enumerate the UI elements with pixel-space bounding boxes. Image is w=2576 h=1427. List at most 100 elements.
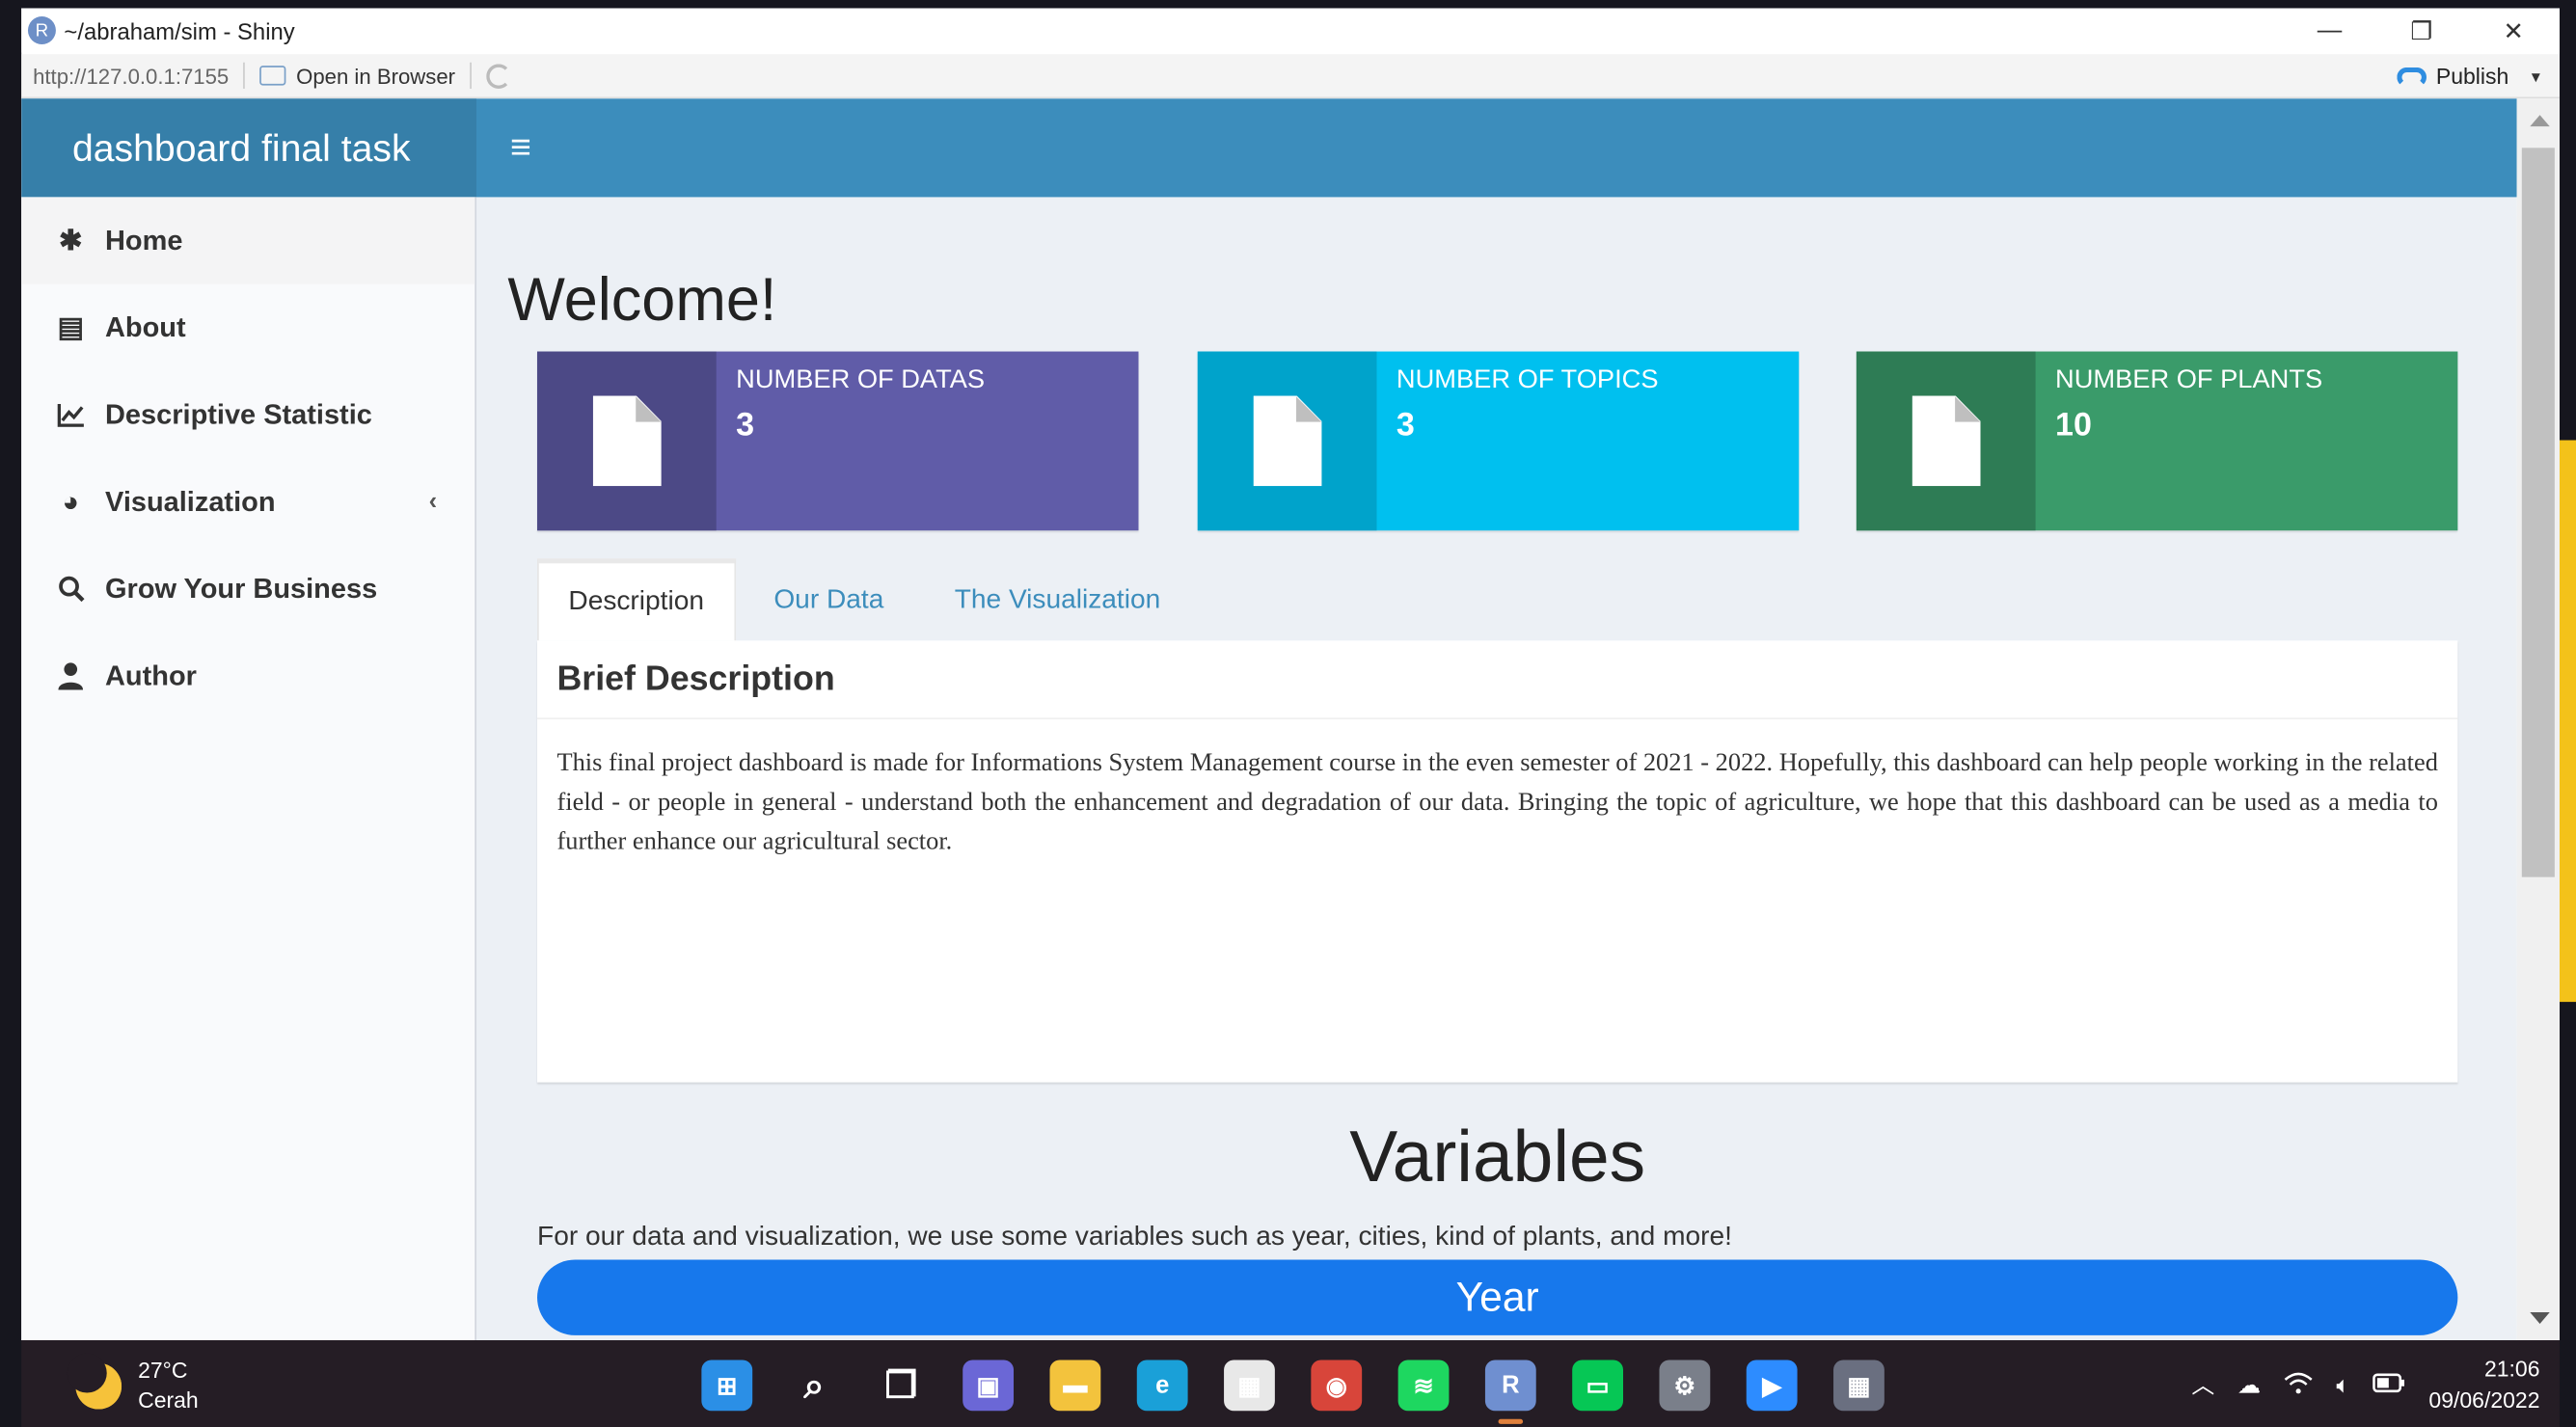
brand-title[interactable]: dashboard final task [21,98,477,198]
settings-icon[interactable]: ⚙ [1659,1360,1711,1412]
file-icon [1911,395,1981,487]
publish-icon [2396,66,2427,87]
desktop: R ~/abraham/sim - Shiny — ❐ ✕ http://127… [0,0,2576,1427]
battery-icon[interactable] [2373,1371,2406,1397]
line-icon[interactable]: ▭ [1572,1360,1624,1412]
tab-the-visualization[interactable]: The Visualization [925,558,1190,640]
publish-label: Publish [2435,64,2509,89]
file-icon [1252,395,1322,487]
user-icon-graphic [58,662,84,690]
rstudio-icon[interactable]: R [1484,1360,1536,1424]
tab-bar: Description Our Data The Visualization [537,558,2457,641]
user-icon [56,661,86,691]
sidebar-item-descriptive-statistic[interactable]: Descriptive Statistic [21,371,475,458]
file-icon [592,395,662,487]
system-tray: ︿ ☁ 🔈︎ 21:06 09/06/2022 [2191,1354,2539,1416]
vertical-scrollbar[interactable] [2516,98,2560,1341]
weather-widget[interactable]: 27°C Cerah [67,1353,199,1415]
rstudio-shiny-window: R ~/abraham/sim - Shiny — ❐ ✕ http://127… [21,8,2560,1341]
variables-description: For our data and visualization, we use s… [537,1222,1732,1252]
sidebar-item-grow-your-business[interactable]: Grow Your Business [21,546,475,633]
sidebar-item-label: About [105,310,186,343]
infobox-content: NUMBER OF DATAS 3 [717,352,1005,531]
toolbar-divider [470,62,473,89]
title-bar: R ~/abraham/sim - Shiny — ❐ ✕ [21,8,2560,53]
infobox-topics: NUMBER OF TOPICS 3 [1197,351,1800,531]
close-icon[interactable]: ✕ [2468,9,2560,53]
infobox-value: 10 [2055,407,2092,444]
sidebar-item-about[interactable]: ▤ About [21,284,475,371]
infobox-content: NUMBER OF TOPICS 3 [1376,352,1677,531]
infobox-plants: NUMBER OF PLANTS 10 [1856,351,2458,531]
zoom-icon[interactable]: ▶ [1746,1360,1798,1412]
taskbar: 27°C Cerah ⊞ ⌕ ❐ ▣ ▬ e ▦ ◉ ≋ R ▭ ⚙ ▶ ▦ ︿ ☁ 🔈︎ [21,1340,2560,1427]
teams-chat-icon[interactable]: ▣ [963,1360,1015,1412]
line-chart-icon-graphic [56,404,84,427]
cloud-icon[interactable]: ☁ [2237,1371,2261,1399]
restore-icon[interactable]: ❐ [2375,9,2467,53]
year-button[interactable]: Year [537,1259,2458,1335]
file-explorer-icon[interactable]: ▬ [1049,1360,1101,1412]
clock[interactable]: 21:06 09/06/2022 [2428,1354,2539,1416]
search-icon-graphic [58,576,84,603]
tab-description[interactable]: Description [537,558,736,641]
asterisk-icon: ✱ [59,224,83,256]
task-view-icon[interactable]: ❐ [876,1360,927,1411]
chevron-left-icon[interactable]: ‹ [429,488,438,516]
infobox-icon-area [1197,351,1377,531]
chevron-down-icon[interactable]: ▼ [2529,68,2543,85]
window-title: ~/abraham/sim - Shiny [64,16,295,44]
panel-title: Brief Description [537,640,2458,720]
r-app-icon: R [27,16,56,44]
shiny-toolbar: http://127.0.0.1:7155 Open in Browser Pu… [21,54,2560,99]
edge-icon[interactable]: e [1136,1360,1188,1412]
infobox-content: NUMBER OF PLANTS 10 [2036,352,2343,531]
infobox-value: 3 [1396,407,1415,444]
url-text[interactable]: http://127.0.0.1:7155 [33,64,229,89]
refresh-icon[interactable] [486,63,511,89]
battery-icon-graphic [2373,1373,2405,1393]
browser-window-icon [259,66,286,86]
scroll-down-icon[interactable] [2530,1312,2550,1324]
sidebar-item-label: Home [105,224,183,256]
scroll-up-icon[interactable] [2530,115,2550,127]
sidebar: ✱ Home ▤ About Descriptive Statistic ◕ V… [21,197,477,1341]
minimize-icon[interactable]: — [2284,9,2375,53]
infobox-label: NUMBER OF PLANTS [2055,365,2323,394]
pie-chart-icon: ◕ [62,485,80,517]
page-title: Welcome! [507,265,777,334]
infobox-icon-area [537,351,717,531]
volume-icon[interactable]: 🔈︎ [2336,1371,2349,1399]
infobox-label: NUMBER OF TOPICS [1396,365,1659,394]
sidebar-toggle-icon[interactable]: ≡ [502,126,538,168]
chrome-icon[interactable]: ◉ [1311,1360,1363,1412]
scrollbar-thumb[interactable] [2521,148,2555,877]
infobox-icon-area [1856,351,2036,531]
calculator-icon[interactable]: ▦ [1833,1360,1885,1412]
sidebar-item-label: Visualization [105,485,276,517]
sidebar-item-label: Author [105,659,197,691]
infobox-label: NUMBER OF DATAS [736,365,986,394]
spotify-icon[interactable]: ≋ [1397,1360,1450,1412]
sidebar-item-author[interactable]: Author [21,633,475,719]
publish-button[interactable]: Publish ▼ [2396,54,2543,98]
weather-moon-icon [67,1353,122,1410]
sidebar-item-label: Grow Your Business [105,572,378,605]
open-in-browser-button[interactable]: Open in Browser [259,63,456,89]
infobox-datas: NUMBER OF DATAS 3 [537,351,1139,531]
panel-body-text: This final project dashboard is made for… [556,748,2438,856]
sidebar-item-home[interactable]: ✱ Home [21,197,475,284]
sidebar-item-visualization[interactable]: ◕ Visualization ‹ [21,458,475,545]
chevron-up-icon[interactable]: ︿ [2191,1368,2214,1401]
time: 21:06 [2483,1357,2540,1382]
tab-our-data[interactable]: Our Data [745,558,913,640]
dashboard-header: dashboard final task ≡ [21,98,2517,198]
infobox-value: 3 [736,407,755,444]
temperature: 27°C [138,1358,188,1384]
start-icon[interactable]: ⊞ [701,1360,753,1412]
open-in-browser-label: Open in Browser [296,63,456,89]
line-chart-icon [56,400,86,430]
store-icon[interactable]: ▦ [1224,1360,1275,1412]
wifi-icon[interactable] [2284,1371,2314,1399]
search-icon[interactable]: ⌕ [789,1360,840,1411]
